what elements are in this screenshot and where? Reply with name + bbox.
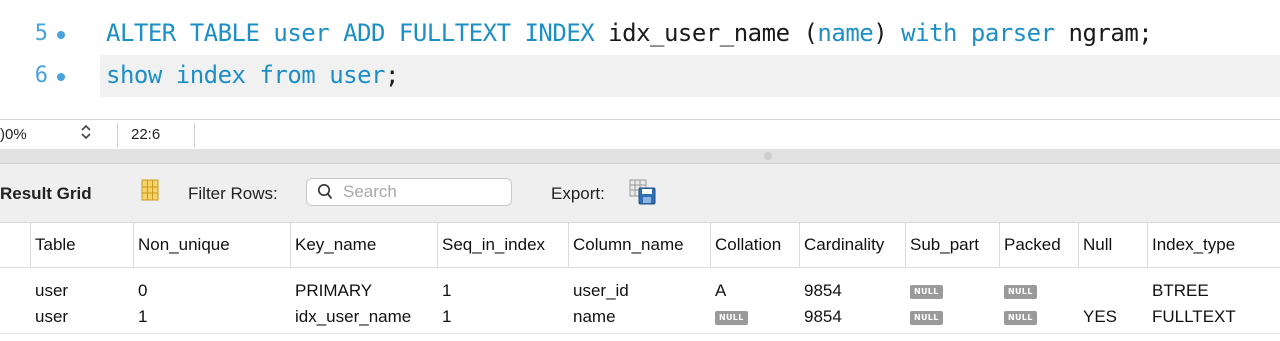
table-cell-non-unique[interactable]: 0 [134, 279, 291, 303]
table-cell-key-name[interactable]: PRIMARY [291, 279, 438, 303]
sql-text-token: ( [803, 19, 818, 47]
sql-text-token: idx_user_name [608, 19, 804, 47]
table-cell-seq-in-index[interactable]: 1 [438, 305, 569, 329]
sql-text-token: ) [873, 19, 902, 47]
table-row[interactable]: user 1 idx_user_name 1 name NULL 9854 NULL NULL Y… [0, 305, 1280, 329]
table-cell-table[interactable]: user [31, 305, 134, 329]
sql-keyword-token: name [817, 19, 874, 47]
grid-header-row: Table Non_unique Key_name Seq_in_index Colum… [0, 223, 1280, 268]
line-gutter: 5 [0, 13, 100, 55]
zoom-level: )0% [0, 126, 27, 143]
column-header-sub-part[interactable]: Sub_part [905, 223, 999, 267]
table-cell-sub-part[interactable]: NULL [906, 279, 1000, 303]
line-number: 6 [34, 63, 48, 88]
column-header-packed[interactable]: Packed [999, 223, 1078, 267]
column-header-table[interactable]: Table [30, 223, 133, 267]
export-label: Export: [551, 184, 605, 203]
sql-keyword-token: ADD FULLTEXT INDEX [329, 19, 609, 47]
divider [117, 123, 118, 147]
table-cell-packed[interactable]: NULL [1000, 279, 1079, 303]
table-cell-index-type[interactable]: FULLTEXT [1148, 305, 1280, 329]
column-header-collation[interactable]: Collation [710, 223, 799, 267]
null-badge: NULL [715, 310, 748, 325]
sql-text-token: ; [384, 61, 399, 89]
cursor-position: 22:6 [131, 126, 161, 143]
null-badge: NULL [910, 310, 943, 325]
null-badge: NULL [1004, 284, 1037, 299]
table-cell-key-name[interactable]: idx_user_name [291, 305, 438, 329]
table-cell-cardinality[interactable]: 9854 [800, 305, 906, 329]
column-header-column-name[interactable]: Column_name [568, 223, 710, 267]
column-header-cardinality[interactable]: Cardinality [799, 223, 905, 267]
splitter-grip-icon[interactable] [764, 152, 772, 160]
code-text[interactable]: ALTER TABLE user ADD FULLTEXT INDEX idx_… [106, 19, 1153, 47]
divider [0, 333, 1280, 334]
code-text[interactable]: show index from user; [106, 61, 399, 89]
line-gutter: 6 [0, 55, 100, 97]
sql-keyword-token: with parser [901, 19, 1069, 47]
export-icon[interactable] [629, 179, 657, 205]
code-line-5[interactable]: 5 ALTER TABLE user ADD FULLTEXT INDEX id… [0, 13, 1280, 55]
table-cell-packed[interactable]: NULL [1000, 305, 1079, 329]
table-cell-non-unique[interactable]: 1 [134, 305, 291, 329]
table-row[interactable]: user 0 PRIMARY 1 user_id A 9854 NULL NULL BTREE [0, 279, 1280, 303]
table-cell-cardinality[interactable]: 9854 [800, 279, 906, 303]
column-header-key-name[interactable]: Key_name [290, 223, 437, 267]
table-cell-column-name[interactable]: name [569, 305, 711, 329]
table-cell-null[interactable]: YES [1079, 305, 1148, 329]
column-header-index-type[interactable]: Index_type [1147, 223, 1280, 267]
table-cell-table[interactable]: user [31, 279, 134, 303]
column-header-non-unique[interactable]: Non_unique [133, 223, 290, 267]
table-cell-sub-part[interactable]: NULL [906, 305, 1000, 329]
divider [194, 123, 195, 147]
sql-keyword-token: show index from user [106, 61, 385, 89]
filter-search-input[interactable] [343, 182, 503, 202]
result-grid-tab[interactable]: Result Grid [0, 184, 92, 204]
code-line-6[interactable]: show index from user; [100, 55, 1280, 97]
table-cell-collation[interactable]: A [711, 279, 800, 303]
column-header-null[interactable]: Null [1078, 223, 1147, 267]
table-cell-collation[interactable]: NULL [711, 305, 800, 329]
column-header-seq-in-index[interactable]: Seq_in_index [437, 223, 568, 267]
zoom-stepper-icon[interactable] [80, 123, 92, 146]
sql-keyword-token: ALTER TABLE [106, 19, 274, 47]
statement-marker-icon[interactable] [57, 73, 65, 81]
statement-marker-icon[interactable] [57, 31, 65, 39]
result-grid[interactable]: Table Non_unique Key_name Seq_in_index Colum… [0, 223, 1280, 341]
result-toolbar: Result Grid Filter Rows: Export: [0, 164, 1280, 223]
grid-layout-icon[interactable] [141, 179, 159, 201]
table-cell-null[interactable] [1079, 279, 1148, 303]
panel-splitter[interactable] [0, 149, 1280, 164]
editor-statusbar: )0% 22:6 [0, 119, 1280, 150]
table-cell-seq-in-index[interactable]: 1 [438, 279, 569, 303]
sql-editor[interactable]: 5 ALTER TABLE user ADD FULLTEXT INDEX id… [0, 0, 1280, 108]
null-badge: NULL [910, 284, 943, 299]
sql-keyword-token: user [273, 19, 330, 47]
null-badge: NULL [1004, 310, 1037, 325]
sql-text-token: ngram; [1068, 19, 1153, 47]
table-cell-index-type[interactable]: BTREE [1148, 279, 1280, 303]
line-number: 5 [34, 21, 48, 46]
filter-rows-label: Filter Rows: [188, 184, 278, 203]
table-cell-column-name[interactable]: user_id [569, 279, 711, 303]
search-icon [317, 183, 333, 201]
filter-search-box[interactable] [306, 178, 512, 206]
